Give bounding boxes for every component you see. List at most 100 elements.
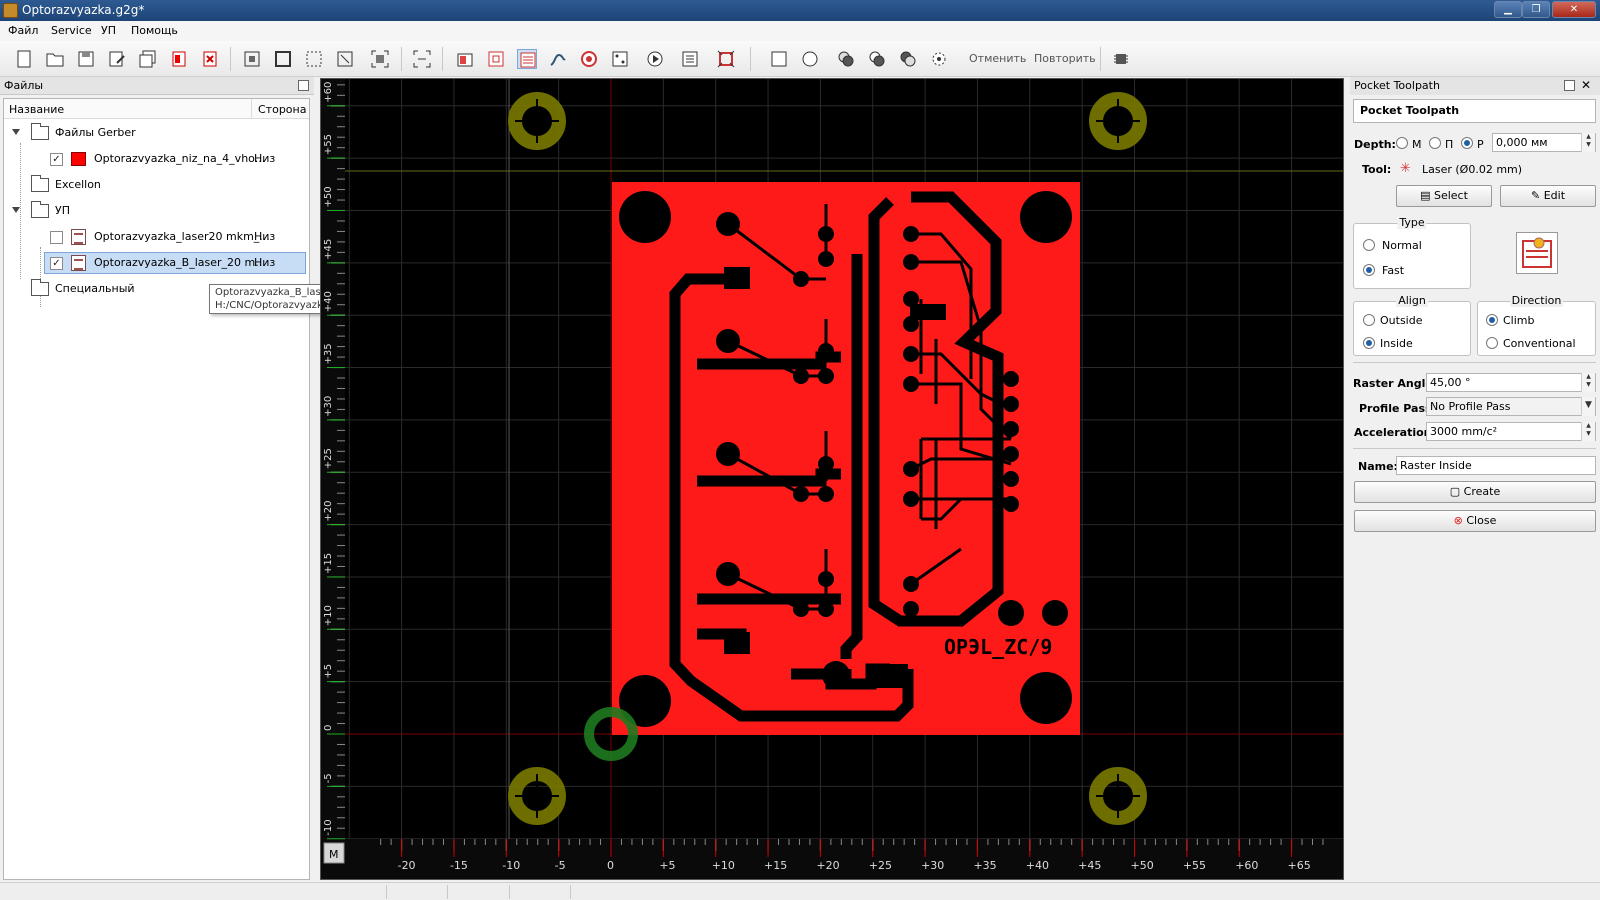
x-tick-label: +65: [1288, 859, 1311, 872]
subtract-icon[interactable]: [867, 49, 887, 69]
edit-label: Edit: [1543, 189, 1566, 202]
depth-radio-r[interactable]: [1461, 137, 1473, 149]
tree-item-laser-toolpath[interactable]: Optorazvyazka_laser20 mkm_... Низ: [4, 225, 309, 249]
type-fast-radio[interactable]: [1363, 264, 1375, 276]
depth-radio-p[interactable]: [1429, 137, 1441, 149]
tree-item-label: УП: [55, 204, 70, 217]
tree-item-laser-b-toolpath[interactable]: ✓ Optorazvyazka_B_laser_20 m... Низ: [4, 251, 309, 275]
menu-file[interactable]: Файл: [8, 24, 38, 37]
visibility-checkbox[interactable]: [50, 231, 63, 244]
save-all-icon[interactable]: [138, 49, 158, 69]
create-button[interactable]: ▢ Create: [1354, 481, 1596, 503]
select-tool-button[interactable]: ▤ Select: [1396, 185, 1492, 207]
close-panel-icon[interactable]: ✕: [1581, 78, 1591, 92]
float-panel-icon[interactable]: [1564, 80, 1575, 91]
toolpath-file-icon: [71, 229, 86, 245]
layer-bottom-icon[interactable]: [486, 49, 506, 69]
pocket-toolpath-icon[interactable]: [517, 49, 537, 69]
files-panel-title: Файлы: [4, 79, 44, 92]
app-icon: [3, 3, 18, 18]
maximize-button[interactable]: ❐: [1522, 1, 1550, 18]
align-inside-radio[interactable]: [1363, 337, 1375, 349]
pcb-view[interactable]: OPЭL_ZC/9 -20 -15 -10 -5 0 +5 +10 +15 +20 +25 +30 +…: [321, 79, 1343, 879]
column-name[interactable]: Название: [9, 103, 64, 116]
menu-help[interactable]: Помощь: [131, 24, 178, 37]
redo-button[interactable]: Повторить: [1034, 52, 1096, 65]
toolpath-file-icon: [71, 255, 86, 271]
acceleration-spinner[interactable]: ▲ ▼: [1581, 422, 1595, 441]
rectangle-tool-icon[interactable]: [769, 49, 789, 69]
zoom-board-icon[interactable]: [273, 49, 293, 69]
direction-climb-radio[interactable]: [1486, 314, 1498, 326]
acceleration-value: 3000 mm/c²: [1430, 425, 1498, 438]
profile-pass-select[interactable]: No Profile Pass: [1426, 397, 1596, 416]
direction-conventional-radio[interactable]: [1486, 337, 1498, 349]
zoom-selection-icon[interactable]: [304, 49, 324, 69]
save-icon[interactable]: [76, 49, 96, 69]
undo-button[interactable]: Отменить: [969, 52, 1026, 65]
depth-radio-m[interactable]: [1396, 137, 1408, 149]
depth-option-p: П: [1445, 138, 1454, 151]
align-icon[interactable]: [412, 49, 432, 69]
float-panel-icon[interactable]: [298, 80, 309, 91]
chip-icon[interactable]: [1111, 49, 1131, 69]
pocket-panel-header-title: Pocket Toolpath: [1354, 79, 1440, 92]
new-file-icon[interactable]: [14, 49, 34, 69]
acceleration-input[interactable]: 3000 mm/c²: [1426, 422, 1596, 441]
depth-option-r: Р: [1477, 138, 1484, 151]
open-folder-icon[interactable]: [45, 49, 65, 69]
raster-angle-input[interactable]: 45,00 °: [1426, 373, 1596, 392]
fit-all-icon[interactable]: [370, 49, 390, 69]
circle-tool-icon[interactable]: [800, 49, 820, 69]
layer-top-icon[interactable]: [455, 49, 475, 69]
menu-service[interactable]: Service: [51, 24, 92, 37]
tree-item-excellon[interactable]: Excellon: [4, 173, 309, 197]
y-tick-label: -10: [323, 819, 334, 835]
close-button[interactable]: ⊗ Close: [1354, 510, 1596, 532]
toolpath-name-input[interactable]: Raster Inside: [1396, 456, 1596, 475]
visibility-checkbox[interactable]: ✓: [50, 257, 63, 270]
pcb-canvas[interactable]: OPЭL_ZC/9 -20 -15 -10 -5 0 +5 +10 +15 +20 +25 +30 +…: [320, 78, 1344, 880]
import-gerber-icon[interactable]: [169, 49, 189, 69]
x-tick-label: -5: [555, 859, 566, 872]
create-icon: ▢: [1449, 485, 1464, 498]
zoom-fit-icon[interactable]: [242, 49, 262, 69]
depth-spinner[interactable]: ▲ ▼: [1581, 133, 1595, 152]
raster-angle-spinner[interactable]: ▲ ▼: [1581, 373, 1595, 392]
tree-item-side: Низ: [254, 152, 276, 165]
drill-toolpath-icon[interactable]: [579, 49, 599, 69]
expand-icon[interactable]: [12, 207, 20, 213]
ruler-corner-label: M: [329, 848, 339, 861]
raster-angle-label: Raster Angle:: [1353, 377, 1438, 390]
x-tick-label: +15: [764, 859, 787, 872]
transform-icon[interactable]: [929, 49, 949, 69]
align-outside-label: Outside: [1380, 314, 1423, 327]
menu-nc[interactable]: УП: [101, 24, 116, 37]
intersect-icon[interactable]: [898, 49, 918, 69]
column-side[interactable]: Сторона: [251, 99, 309, 119]
align-outside-radio[interactable]: [1363, 314, 1375, 326]
board-outline-icon[interactable]: [716, 49, 736, 69]
simulate-icon[interactable]: [645, 49, 665, 69]
y-tick-label: +50: [323, 186, 334, 207]
zoom-window-icon[interactable]: [335, 49, 355, 69]
type-normal-radio[interactable]: [1363, 239, 1375, 251]
save-as-icon[interactable]: [107, 49, 127, 69]
toolpath-name-value: Raster Inside: [1400, 459, 1472, 472]
y-tick-label: +40: [323, 291, 334, 312]
close-file-icon[interactable]: [200, 49, 220, 69]
minimize-button[interactable]: ▁: [1494, 1, 1522, 18]
edit-tool-button[interactable]: ✎ Edit: [1500, 185, 1596, 207]
tree-item-gerber-file[interactable]: ✓ Optorazvyazka_niz_na_4_vho... Низ: [4, 147, 309, 171]
visibility-checkbox[interactable]: ✓: [50, 153, 63, 166]
drill-holes-icon[interactable]: [610, 49, 630, 69]
tree-item-gerber-files[interactable]: Файлы Gerber: [4, 121, 309, 145]
chevron-down-icon[interactable]: ▼: [1581, 397, 1595, 416]
tree-item-label: Optorazvyazka_laser20 mkm_...: [94, 230, 270, 243]
profile-toolpath-icon[interactable]: [548, 49, 568, 69]
expand-icon[interactable]: [12, 129, 20, 135]
close-window-button[interactable]: ✕: [1552, 1, 1596, 18]
union-icon[interactable]: [836, 49, 856, 69]
tree-item-nc-programs[interactable]: УП: [4, 199, 309, 223]
settings-list-icon[interactable]: [680, 49, 700, 69]
